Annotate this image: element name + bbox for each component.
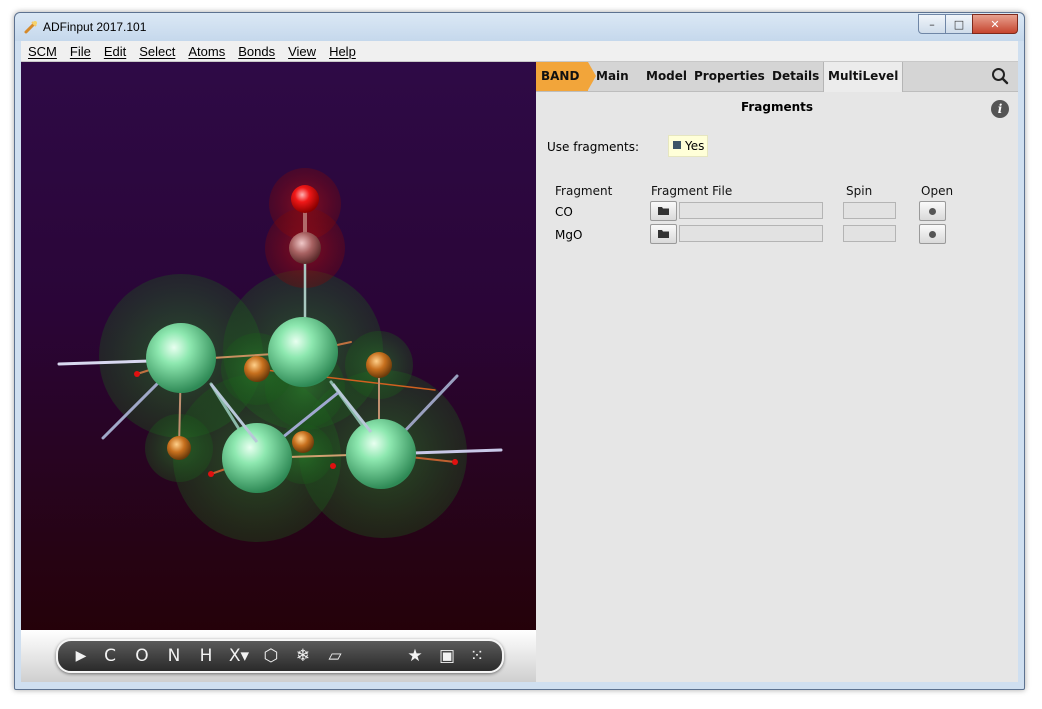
- magnesium-atom[interactable]: [268, 317, 338, 387]
- minimize-button[interactable]: –: [918, 14, 946, 34]
- red-end: [452, 459, 458, 465]
- menu-help[interactable]: Help: [322, 44, 362, 59]
- tab-details[interactable]: Details: [772, 62, 819, 91]
- tool-pill: ▶ C O N H X▾ ⬡ ❄ ▱ ★ ▣ ⁙: [56, 639, 504, 673]
- use-fragments-value: Yes: [685, 139, 705, 153]
- hexagon-ring-icon[interactable]: ⬡: [260, 645, 282, 667]
- maximize-button[interactable]: □: [945, 14, 973, 34]
- tab-band[interactable]: BAND: [536, 62, 596, 91]
- red-end: [330, 463, 336, 469]
- tab-properties[interactable]: Properties: [694, 62, 765, 91]
- fragment-file-input[interactable]: [679, 225, 823, 242]
- menu-select[interactable]: Select: [132, 44, 181, 59]
- hydrogen-atom-tool[interactable]: H: [196, 645, 216, 667]
- folder-icon: [658, 207, 669, 215]
- oxygen-atom[interactable]: [366, 352, 392, 378]
- fragment-name: CO: [555, 205, 573, 219]
- molecule-scene[interactable]: [21, 62, 536, 632]
- menu-scm[interactable]: SCM: [21, 44, 63, 59]
- browse-folder-button[interactable]: [650, 224, 677, 244]
- oxygen-atom-tool[interactable]: O: [132, 645, 152, 667]
- open-button[interactable]: [919, 224, 946, 244]
- carbon-atom[interactable]: [289, 232, 321, 264]
- select-arrow-icon[interactable]: ▶: [70, 645, 92, 667]
- menu-bar: SCM File Edit Select Atoms Bonds View He…: [21, 41, 1018, 62]
- spin-input[interactable]: [843, 202, 896, 219]
- use-fragments-label: Use fragments:: [547, 140, 640, 154]
- fragment-name: MgO: [555, 228, 583, 242]
- app-window: ADFinput 2017.101 – □ ✕ SCM File Edit Se…: [14, 12, 1025, 690]
- snowflake-icon[interactable]: ❄: [292, 645, 314, 667]
- tab-main[interactable]: Main: [596, 62, 629, 91]
- cube-frame-icon[interactable]: ▣: [436, 645, 458, 667]
- nitrogen-atom-tool[interactable]: N: [164, 645, 184, 667]
- magnesium-atom[interactable]: [222, 423, 292, 493]
- carbon-atom-tool[interactable]: C: [100, 645, 120, 667]
- menu-file[interactable]: File: [63, 44, 97, 59]
- checkbox-mark: [673, 141, 681, 149]
- column-header-spin: Spin: [846, 184, 873, 198]
- tab-bar: BAND Main Model Properties Details Multi…: [536, 62, 1018, 92]
- info-icon[interactable]: i: [991, 100, 1009, 118]
- spin-input[interactable]: [843, 225, 896, 242]
- star-icon[interactable]: ★: [404, 645, 426, 667]
- menu-edit[interactable]: Edit: [97, 44, 132, 59]
- column-header-fragment-file: Fragment File: [651, 184, 733, 198]
- menu-view[interactable]: View: [281, 44, 322, 59]
- section-title: Fragments: [740, 100, 814, 114]
- menu-bonds[interactable]: Bonds: [231, 44, 281, 59]
- search-icon[interactable]: [991, 67, 1009, 85]
- open-button[interactable]: [919, 201, 946, 221]
- red-end: [208, 471, 214, 477]
- dots-grid-icon[interactable]: ⁙: [466, 645, 488, 667]
- app-icon: [24, 21, 37, 34]
- other-element-tool[interactable]: X▾: [226, 645, 252, 667]
- folder-icon: [658, 230, 669, 238]
- magnesium-atom[interactable]: [346, 419, 416, 489]
- molecule-viewer[interactable]: ▶ C O N H X▾ ⬡ ❄ ▱ ★ ▣ ⁙: [21, 62, 536, 682]
- viewer-toolbar: ▶ C O N H X▾ ⬡ ❄ ▱ ★ ▣ ⁙: [21, 630, 536, 682]
- magnesium-atom[interactable]: [146, 323, 216, 393]
- tab-multilevel[interactable]: MultiLevel: [823, 62, 904, 92]
- menu-atoms[interactable]: Atoms: [181, 44, 231, 59]
- plane-icon[interactable]: ▱: [324, 645, 346, 667]
- input-panel: BAND Main Model Properties Details Multi…: [536, 62, 1018, 682]
- oxygen-atom[interactable]: [167, 436, 191, 460]
- oxygen-atom[interactable]: [244, 356, 270, 382]
- column-header-fragment: Fragment: [555, 184, 613, 198]
- fragment-file-input[interactable]: [679, 202, 823, 219]
- red-end: [134, 371, 140, 377]
- close-button[interactable]: ✕: [972, 14, 1018, 34]
- window-title: ADFinput 2017.101: [43, 20, 147, 34]
- oxygen-atom[interactable]: [292, 431, 314, 453]
- title-bar[interactable]: ADFinput 2017.101 – □ ✕: [15, 13, 1024, 41]
- tab-model[interactable]: Model: [646, 62, 687, 91]
- oxygen-atom[interactable]: [291, 185, 319, 213]
- use-fragments-checkbox[interactable]: Yes: [668, 135, 708, 157]
- browse-folder-button[interactable]: [650, 201, 677, 221]
- column-header-open: Open: [921, 184, 954, 198]
